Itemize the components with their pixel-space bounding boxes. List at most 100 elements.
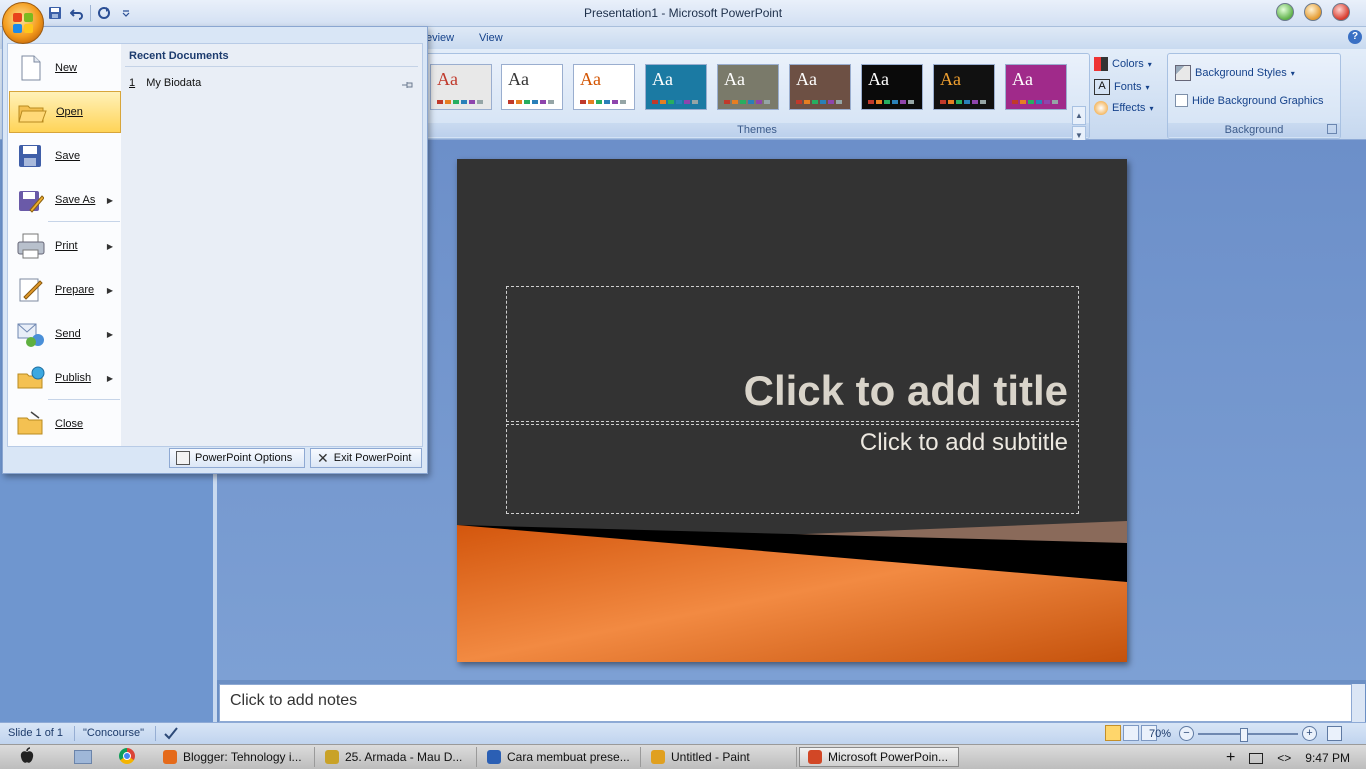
submenu-arrow-icon: ▶: [106, 329, 113, 339]
powerpoint-options-button[interactable]: PowerPoint Options: [169, 448, 305, 468]
theme-sample-text: Aa: [796, 69, 817, 89]
color-swatch: [540, 100, 546, 104]
color-swatch: [1028, 100, 1034, 104]
theme-thumbnail[interactable]: Aa: [430, 64, 492, 110]
subtitle-placeholder[interactable]: Click to add subtitle: [506, 424, 1079, 514]
status-separator: [74, 726, 75, 741]
background-dialog-launcher-icon[interactable]: [1327, 124, 1337, 134]
color-swatch: [596, 100, 602, 104]
zoom-out-icon[interactable]: −: [1179, 726, 1194, 741]
menu-item-prepare[interactable]: Prepare ▶: [9, 269, 121, 311]
taskbar-item[interactable]: Blogger: Tehnology i...: [155, 747, 315, 767]
color-swatch: [892, 100, 898, 104]
zoom-in-icon[interactable]: +: [1302, 726, 1317, 741]
code-icon[interactable]: <>: [1277, 751, 1291, 765]
normal-view-icon[interactable]: [1105, 725, 1121, 741]
slide-title-text[interactable]: Click to add title: [744, 367, 1068, 415]
effects-button[interactable]: Effects ▾: [1094, 101, 1153, 115]
taskbar-item[interactable]: Untitled - Paint: [643, 747, 797, 767]
notes-scrollbar[interactable]: [1352, 684, 1365, 722]
apple-menu-icon[interactable]: [18, 747, 36, 765]
theme-thumbnail[interactable]: Aa: [789, 64, 851, 110]
title-placeholder[interactable]: Click to add title: [506, 286, 1079, 422]
spell-check-icon[interactable]: [163, 725, 179, 744]
theme-thumbnail[interactable]: Aa: [717, 64, 779, 110]
background-styles-button[interactable]: Background Styles ▾: [1175, 65, 1295, 81]
menu-item-close[interactable]: Close: [9, 403, 121, 445]
color-swatch: [964, 100, 970, 104]
slide-subtitle-text[interactable]: Click to add subtitle: [860, 429, 1068, 457]
taskbar-item[interactable]: Microsoft PowerPoin...: [799, 747, 959, 767]
menu-item-send[interactable]: Send ▶: [9, 313, 121, 355]
exit-powerpoint-button[interactable]: ✕ Exit PowerPoint: [310, 448, 422, 468]
title-bar: Presentation1 - Microsoft PowerPoint: [0, 0, 1366, 27]
menu-separator: [48, 399, 120, 400]
theme-swatches: [508, 100, 554, 104]
menu-item-new[interactable]: New: [9, 47, 121, 89]
color-swatch: [764, 100, 770, 104]
menu-item-label: Publish: [55, 372, 92, 384]
zoom-level[interactable]: 70%: [1149, 728, 1171, 740]
menu-item-save-as[interactable]: Save As ▶: [9, 179, 121, 221]
hide-background-graphics-checkbox[interactable]: Hide Background Graphics: [1175, 94, 1323, 107]
close-button[interactable]: [1332, 3, 1350, 21]
hide-background-graphics-label: Hide Background Graphics: [1192, 94, 1324, 107]
background-styles-label: Background Styles: [1195, 67, 1287, 79]
fit-to-window-icon[interactable]: [1327, 726, 1342, 741]
menu-item-label: Send: [55, 328, 81, 340]
color-swatch: [668, 100, 674, 104]
color-swatch: [612, 100, 618, 104]
close-folder-icon: [16, 410, 46, 438]
submenu-arrow-icon: ▶: [106, 195, 113, 205]
recent-document-item[interactable]: 1 My Biodata: [129, 77, 201, 89]
window-title: Presentation1 - Microsoft PowerPoint: [583, 6, 783, 20]
office-button[interactable]: [2, 2, 44, 44]
fonts-button[interactable]: A Fonts ▾: [1094, 79, 1150, 95]
tab-view[interactable]: View: [479, 32, 503, 44]
window-icon[interactable]: [1249, 752, 1264, 764]
colors-label: Colors: [1112, 58, 1144, 70]
tab-review[interactable]: eview: [426, 32, 454, 44]
menu-item-publish[interactable]: Publish ▶: [9, 357, 121, 399]
menu-item-print[interactable]: Print ▶: [9, 225, 121, 267]
minimize-button[interactable]: [1276, 3, 1294, 21]
plus-icon[interactable]: +: [1226, 749, 1235, 767]
taskbar-item[interactable]: Cara membuat prese...: [479, 747, 641, 767]
theme-thumbnail[interactable]: Aa: [1005, 64, 1067, 110]
color-swatch: [620, 100, 626, 104]
slide-sorter-view-icon[interactable]: [1123, 725, 1139, 741]
menu-item-save[interactable]: Save: [9, 135, 121, 177]
pin-icon[interactable]: [402, 78, 414, 88]
maximize-button[interactable]: [1304, 3, 1322, 21]
colors-button[interactable]: Colors ▾: [1094, 57, 1152, 71]
theme-sample-text: Aa: [652, 69, 673, 89]
theme-thumbnail[interactable]: Aa: [573, 64, 635, 110]
status-separator: [155, 726, 156, 741]
show-desktop-icon[interactable]: [74, 750, 92, 764]
color-swatch: [524, 100, 530, 104]
color-swatch: [980, 100, 986, 104]
chrome-icon[interactable]: [119, 748, 135, 764]
color-swatch: [469, 100, 475, 104]
color-swatch: [660, 100, 666, 104]
taskbar-item[interactable]: 25. Armada - Mau D...: [317, 747, 477, 767]
menu-item-open[interactable]: Open: [9, 91, 121, 133]
help-icon[interactable]: ?: [1348, 30, 1362, 44]
zoom-slider-thumb[interactable]: [1240, 727, 1248, 742]
zoom-slider[interactable]: [1198, 727, 1298, 742]
slide-canvas[interactable]: Click to add title Click to add subtitle: [457, 159, 1127, 662]
taskbar-item-label: Blogger: Tehnology i...: [183, 750, 302, 764]
theme-thumbnail[interactable]: Aa: [861, 64, 923, 110]
color-swatch: [1052, 100, 1058, 104]
theme-name[interactable]: "Concourse": [83, 727, 144, 739]
fonts-icon: A: [1094, 79, 1110, 95]
color-swatch: [588, 100, 594, 104]
theme-sample-text: Aa: [437, 69, 458, 89]
notes-pane[interactable]: Click to add notes: [219, 684, 1352, 722]
notes-placeholder[interactable]: Click to add notes: [230, 692, 357, 710]
theme-thumbnail[interactable]: Aa: [501, 64, 563, 110]
gallery-up-icon[interactable]: ▲: [1072, 106, 1086, 125]
theme-thumbnail[interactable]: Aa: [933, 64, 995, 110]
theme-thumbnail[interactable]: Aa: [645, 64, 707, 110]
color-swatch: [548, 100, 554, 104]
